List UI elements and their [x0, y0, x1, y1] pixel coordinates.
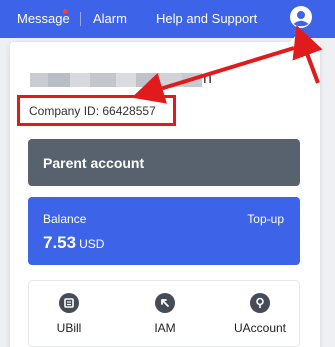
iam-icon: [155, 293, 175, 313]
balance-value: 7.53: [43, 233, 77, 252]
user-avatar-icon[interactable]: [289, 5, 313, 29]
topup-link[interactable]: Top-up: [247, 212, 284, 226]
ubill-icon: [59, 293, 79, 313]
balance-label: Balance: [43, 212, 87, 226]
balance-unit: USD: [79, 237, 105, 251]
notification-dot: [63, 9, 68, 14]
top-navigation-bar: Message Alarm Help and Support: [0, 0, 335, 38]
uaccount-icon: [250, 293, 270, 313]
balance-amount: 7.53 USD: [43, 233, 104, 253]
company-id: Company ID: 66428557: [29, 104, 156, 118]
shortcut-uaccount[interactable]: UAccount: [225, 293, 295, 335]
shortcut-iam[interactable]: IAM: [130, 293, 200, 335]
shortcut-label: IAM: [154, 321, 176, 335]
parent-account-label: Parent account: [43, 155, 145, 171]
nav-divider: [80, 12, 81, 26]
shortcuts-panel: UBill IAM UAccount: [28, 280, 300, 347]
parent-account-card: Parent account: [28, 139, 300, 186]
balance-card: Balance Top-up 7.53 USD: [28, 197, 300, 265]
nav-alarm[interactable]: Alarm: [93, 11, 127, 27]
nav-help-support[interactable]: Help and Support: [156, 11, 257, 27]
shortcut-ubill[interactable]: UBill: [34, 293, 104, 335]
shortcut-label: UAccount: [233, 321, 287, 335]
nav-message[interactable]: Message: [17, 11, 70, 27]
shortcut-label: UBill: [56, 321, 82, 335]
account-name-tail: n: [203, 70, 212, 87]
